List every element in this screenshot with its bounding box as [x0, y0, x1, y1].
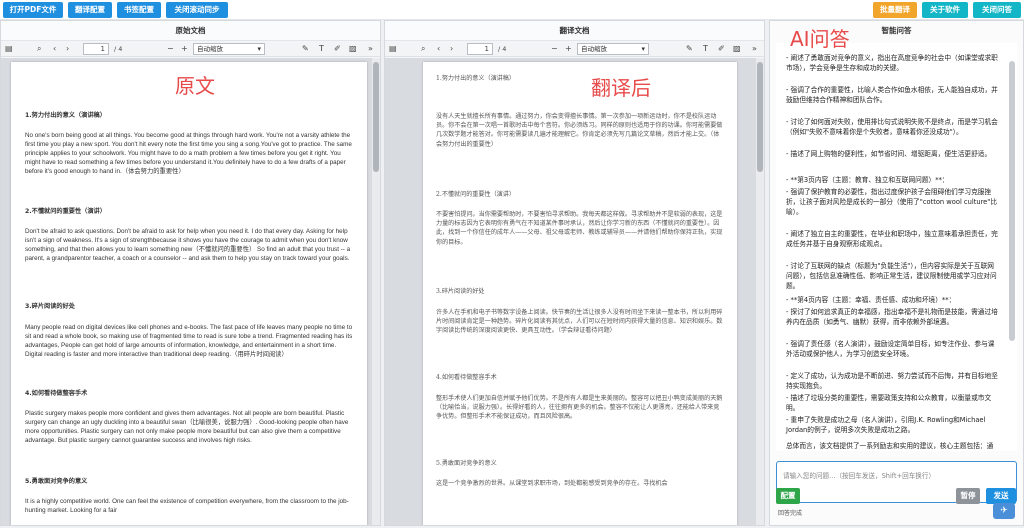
zoom-in-icon[interactable]: +	[565, 43, 572, 55]
zoom-out-icon[interactable]: −	[167, 43, 174, 55]
paragraph: 这是一个竞争激烈的世界。从课堂到求职市场，到处都能感受到竞争的存在。寻找机会	[436, 480, 668, 487]
paragraph: No one's born being good at all things. …	[25, 132, 352, 175]
close-qa-button[interactable]: 关闭问答	[973, 2, 1021, 18]
zoom-in-icon[interactable]: +	[181, 43, 188, 55]
paragraph: It is a highly competitive world. One ca…	[25, 498, 349, 514]
status-text: 回答完成	[778, 510, 803, 517]
text-icon[interactable]: T	[703, 43, 708, 55]
scrollbar[interactable]	[1009, 61, 1015, 341]
paragraph: 整形手术使人们更加自信并赋予他们优势。不是所有人都是生来美丽的。整容可以把丑小鸭…	[436, 395, 723, 421]
translated-label: 翻译后	[591, 76, 651, 100]
app-logo-icon: ✈	[993, 503, 1015, 519]
highlight-icon[interactable]: ✎	[686, 43, 693, 55]
paragraph: Plastic surgery makes people more confid…	[25, 410, 349, 444]
section-heading: 3.碎片阅读的好处	[436, 288, 485, 295]
search-icon[interactable]: ⌕	[421, 43, 425, 55]
paragraph: Don't be afraid to ask questions. Don't …	[25, 228, 351, 262]
top-toolbar: 打开PDF文件 翻译配置 书签配置 关闭滚动同步 批量翻译 关于软件 关闭问答	[0, 0, 1024, 20]
question-input[interactable]: 请输入您的问题...（按回车发送，Shift+回车换行）	[776, 461, 1017, 503]
zoom-select[interactable]: 自动缩放	[577, 43, 649, 55]
section-heading: 5.勇敢面对竞争的意义	[25, 478, 88, 485]
send-button[interactable]: 发送	[986, 488, 1016, 504]
answer-line: - 定义了成功，认为成功是不断前进、努力尝试而不后悔，并有目标地坚持实现抱负。	[786, 372, 998, 391]
page-number-input[interactable]: 1	[83, 43, 109, 55]
answer-line: - 阐述了独立自主的重要性，在毕业和职场中，独立意味着承担责任，完成任务并基于自…	[786, 230, 998, 249]
answer-line: - **第3页内容（主题：教育、独立和互联网问题）**：	[786, 176, 949, 184]
answer-line: - 讨论了如何面对失败，使用排比句式说明失败不是终点，而是学习机会（例如"失败不…	[786, 118, 998, 137]
chevron-down-icon[interactable]: ›	[450, 43, 453, 55]
section-heading: 4.如何看待做整容手术	[436, 374, 497, 381]
sidebar-toggle-icon[interactable]: ▤	[389, 43, 397, 55]
section-heading: 3.碎片阅读的好处	[25, 303, 75, 310]
panel-title: 翻译文档	[385, 21, 764, 41]
zoom-out-icon[interactable]: −	[551, 43, 558, 55]
image-icon[interactable]: ▨	[733, 43, 741, 55]
chevron-up-icon[interactable]: ‹	[437, 43, 440, 55]
sync-scroll-button[interactable]: 关闭滚动同步	[166, 2, 228, 18]
text-icon[interactable]: T	[319, 43, 324, 55]
paragraph: Many people read on digital devices like…	[25, 324, 353, 358]
paragraph: 不要害怕提问。当你需要帮助时，不要害怕寻求帮助。我每天都这样做。寻求帮助并不是软…	[436, 211, 723, 246]
section-heading: 1.努力付出的意义（演讲稿）	[25, 112, 106, 119]
answer-line: - 描述了网上购物的便利性，如节省时间、增驱距离，便生活更舒适。	[786, 150, 992, 158]
original-doc-panel: 原始文档 ▤ ⌕ ‹ › 1 / 4 − + 自动缩放 ✎ T ✐ ▨ » 原文…	[0, 20, 381, 526]
paragraph: 许多人在手机和电子书等数字设备上阅读。快节奏的生活让很多人没有时间坐下来读一整本…	[436, 309, 723, 335]
image-icon[interactable]: ▨	[349, 43, 357, 55]
highlight-icon[interactable]: ✎	[302, 43, 309, 55]
section-heading: 2.不懂就问的重要性（演讲）	[436, 191, 515, 198]
config-button[interactable]: 配置	[776, 488, 800, 504]
translate-config-button[interactable]: 翻译配置	[68, 2, 112, 18]
ai-label: AI问答	[790, 27, 850, 51]
scrollbar[interactable]	[756, 58, 764, 525]
answer-line: - 阐述了勇敢面对竞争的意义，指出在高度竞争的社会中（如课堂或求职市场），学会竞…	[786, 54, 998, 73]
answer-line: - 描述了垃圾分类的重要性，需要政策支持和公众教育，以衡量或市文明。	[786, 394, 992, 413]
batch-translate-button[interactable]: 批量翻译	[873, 2, 917, 18]
section-heading: 5.勇敢面对竞争的意义	[436, 460, 497, 467]
panel-title: 原始文档	[1, 21, 380, 41]
pdf-viewer-toolbar: ▤ ⌕ ‹ › 1 / 4 − + 自动缩放 ✎ T ✐ ▨ »	[1, 41, 380, 57]
more-icon[interactable]: »	[752, 43, 757, 55]
page-total: / 4	[498, 45, 507, 53]
pdf-viewer[interactable]: 1.努力付出的意义（演讲稿） 翻译后 没有人天生就擅长所有事情。通过努力，你会变…	[385, 58, 764, 525]
draw-icon[interactable]: ✐	[718, 43, 725, 55]
original-label: 原文	[175, 74, 215, 98]
answer-line: - 重申了失败是成功之母（名人演讲），引用J.K. Rowling和Michae…	[786, 416, 986, 435]
section-heading: 1.努力付出的意义（演讲稿）	[436, 75, 515, 82]
page-total: / 4	[114, 45, 123, 53]
section-heading: 2.不懂就问的重要性（演讲）	[25, 208, 106, 215]
qa-answer-area[interactable]: - 阐述了勇敢面对竞争的意义，指出在高度竞争的社会中（如课堂或求职市场），学会竞…	[776, 43, 1017, 451]
pdf-page: 1.努力付出的意义（演讲稿） 翻译后 没有人天生就擅长所有事情。通过努力，你会变…	[423, 62, 737, 525]
chevron-up-icon[interactable]: ‹	[53, 43, 56, 55]
draw-icon[interactable]: ✐	[334, 43, 341, 55]
pdf-viewer[interactable]: 原文 1.努力付出的意义（演讲稿） No one's born being go…	[1, 58, 380, 525]
answer-line: - 讨论了互联网的缺点（标题为"负能生活"），但内容实际是关于互联网问题），包括…	[786, 262, 997, 291]
page-number-input[interactable]: 1	[467, 43, 493, 55]
qa-panel: 智能问答 AI问答 - 阐述了勇敢面对竞争的意义，指出在高度竞争的社会中（如课堂…	[769, 20, 1024, 526]
search-icon[interactable]: ⌕	[37, 43, 41, 55]
answer-line: - **第4页内容（主题：幸福、责任感、成功和坏境）**：	[786, 296, 956, 304]
answer-line: - 强调了保护教育的必要性，指出过度保护孩子会阻碍他们学习克服挫折，让孩子面对风…	[786, 188, 998, 217]
open-pdf-button[interactable]: 打开PDF文件	[3, 2, 63, 18]
answer-line: - 探讨了如何追求真正的幸福感，指出幸福不是礼物而是技能，需通过培养内在品质（如…	[786, 308, 998, 327]
sidebar-toggle-icon[interactable]: ▤	[5, 43, 13, 55]
chevron-down-icon[interactable]: ›	[66, 43, 69, 55]
ai-config-button[interactable]: 书签配置	[117, 2, 161, 18]
more-icon[interactable]: »	[368, 43, 373, 55]
pdf-viewer-toolbar: ▤ ⌕ ‹ › 1 / 4 − + 自动缩放 ✎ T ✐ ▨ »	[385, 41, 764, 57]
zoom-select[interactable]: 自动缩放	[193, 43, 265, 55]
answer-line: - 强调了合作的重要性，比喻人类合作如鱼水相依，无人能独自成功，并鼓励但维持合作…	[786, 86, 998, 105]
about-button[interactable]: 关于软件	[922, 2, 968, 18]
pdf-page: 原文 1.努力付出的意义（演讲稿） No one's born being go…	[11, 62, 367, 525]
paragraph: 没有人天生就擅长所有事情。通过努力，你会变得擅长事情。第一次参加一项新运动时，你…	[436, 113, 723, 148]
answer-line: - 强调了责任感（名人演讲），鼓励设定简单目标，如专注作业、参与课外活动或保护他…	[786, 340, 995, 359]
translated-doc-panel: 翻译文档 ▤ ⌕ ‹ › 1 / 4 − + 自动缩放 ✎ T ✐ ▨ » 1.…	[384, 20, 765, 526]
stop-button[interactable]: 暂停	[956, 488, 980, 504]
answer-summary: 总体而言，该文档提供了一系列励志和实用的建议，核心主题包括：通过努力和坚持提升技…	[786, 442, 994, 450]
scrollbar[interactable]	[372, 58, 380, 525]
section-heading: 4.如何看待做整容手术	[25, 390, 88, 397]
